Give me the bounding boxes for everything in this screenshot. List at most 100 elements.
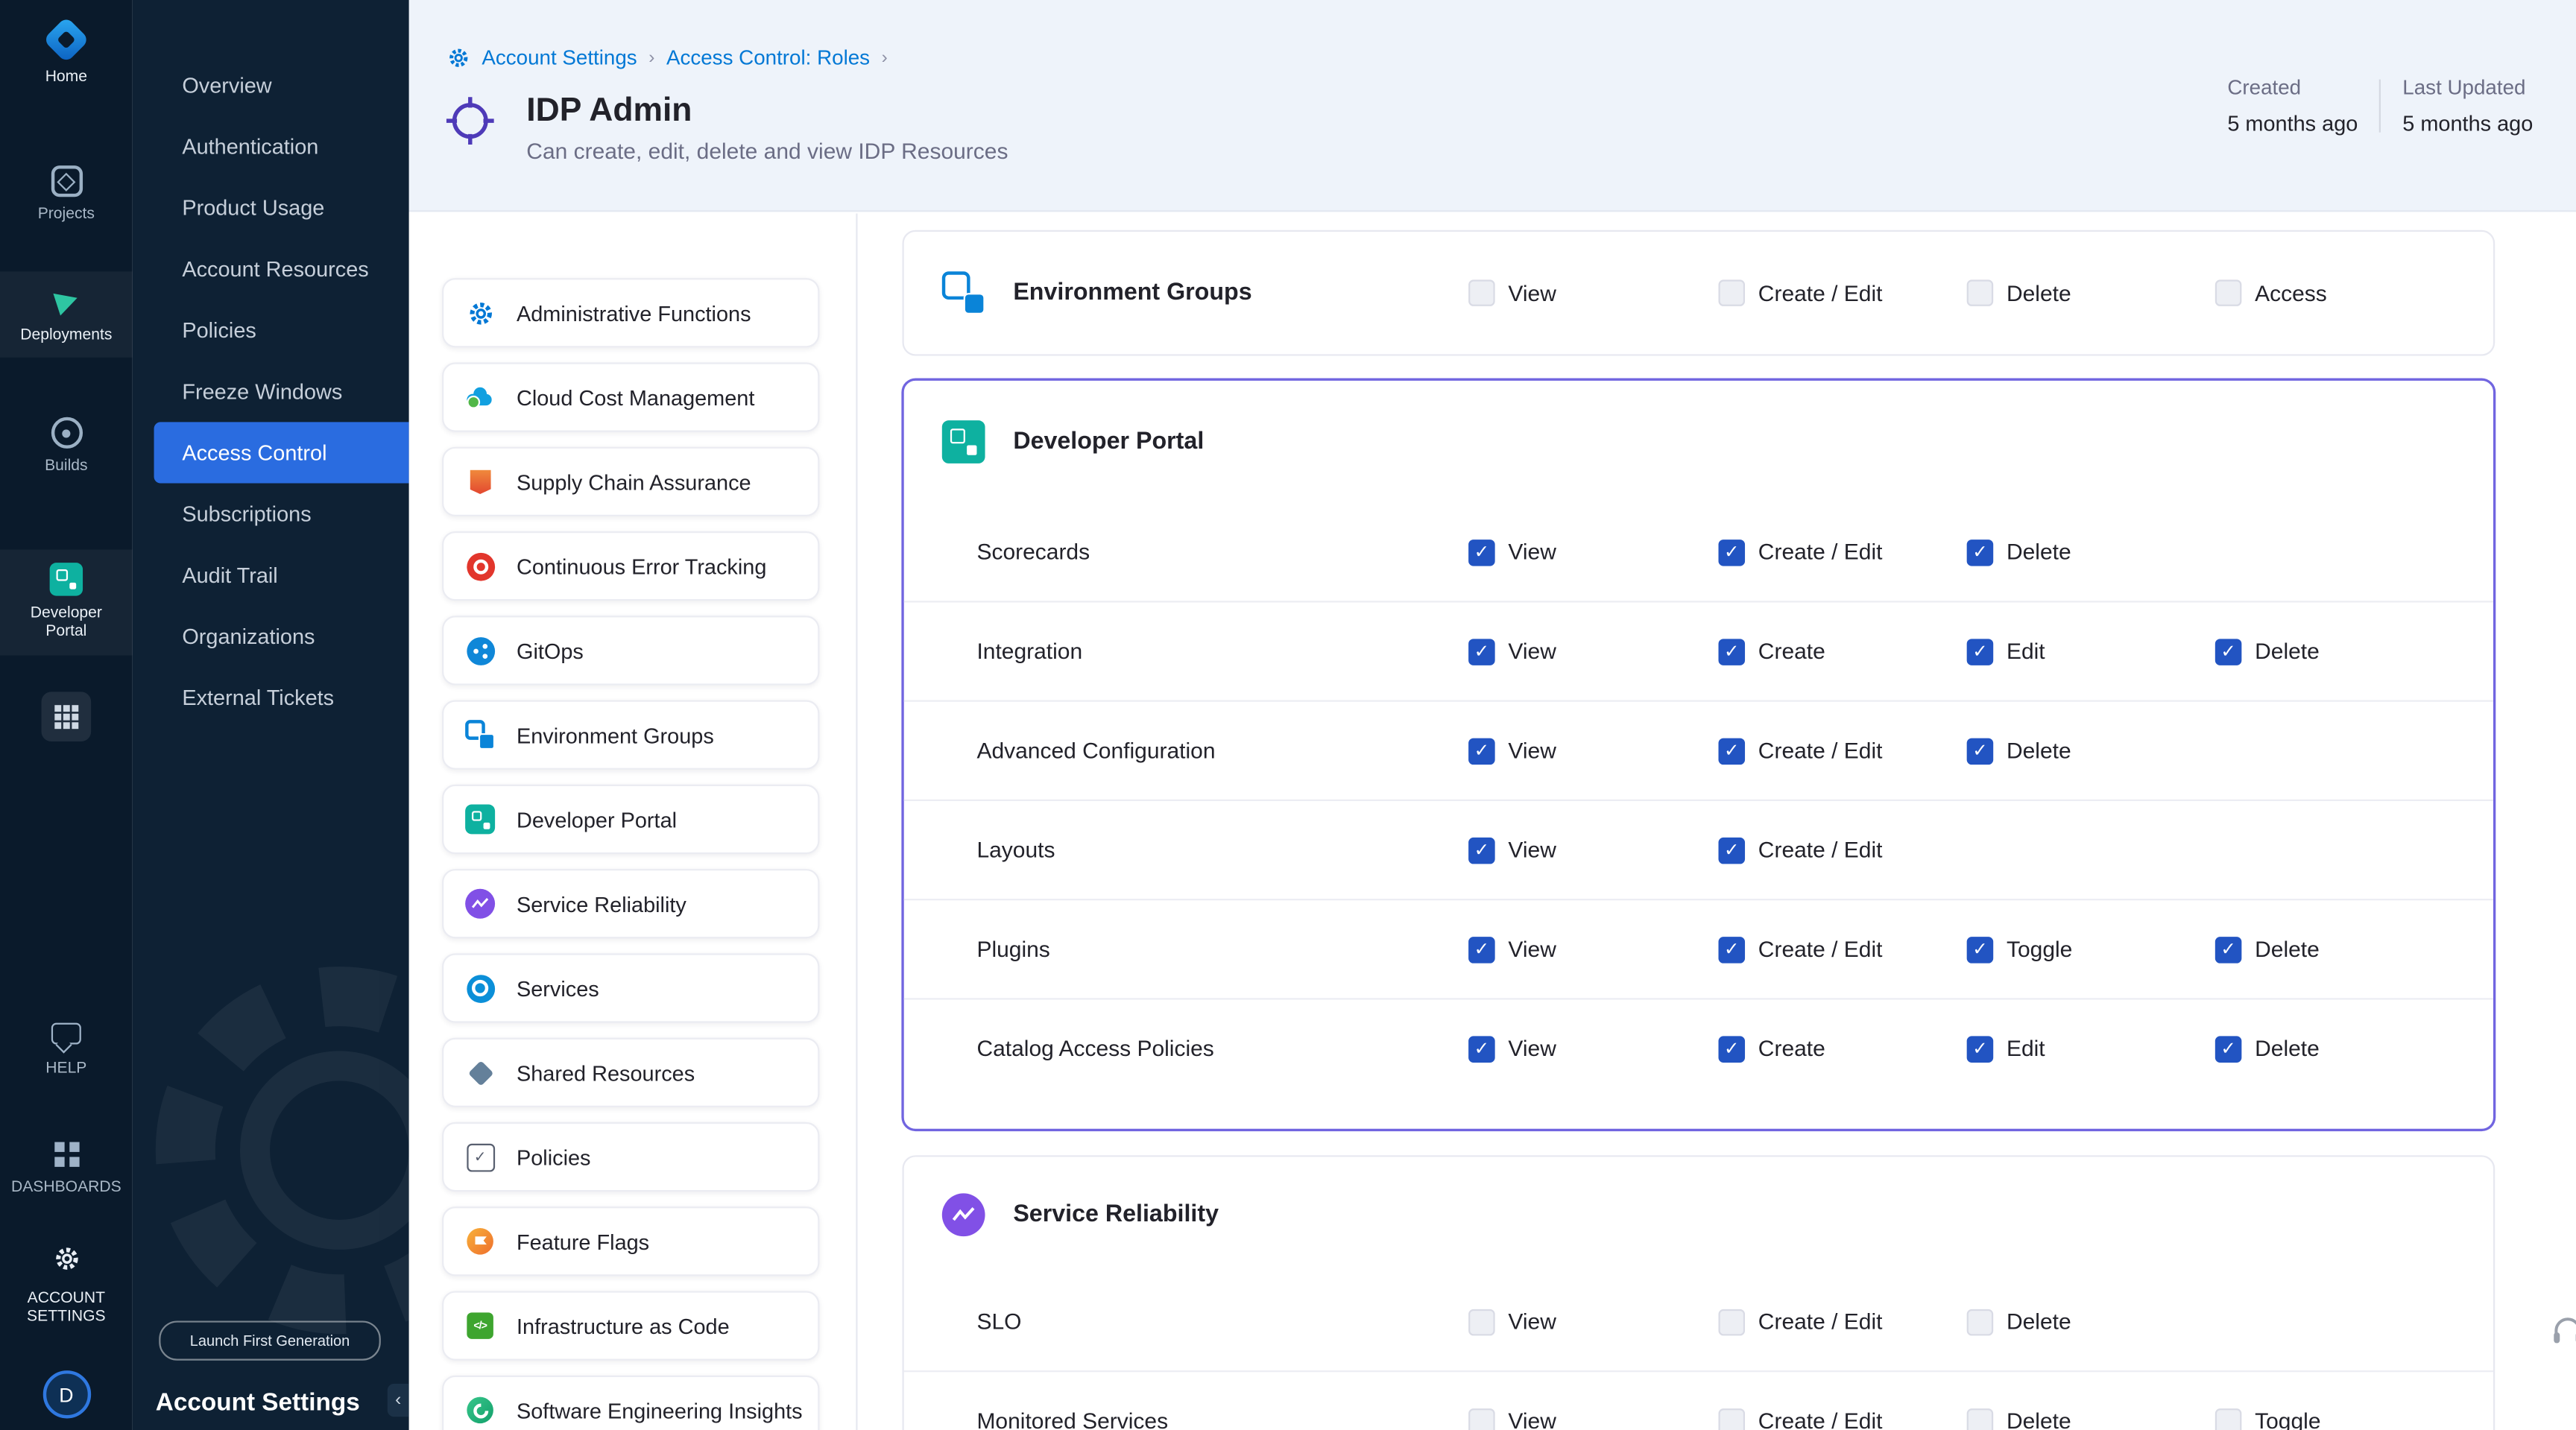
create-edit-checkbox[interactable]	[1719, 539, 1746, 566]
permission-row-plugins: Plugins View Create / Edit Toggle	[904, 899, 2493, 998]
sidebar-item-account-resources[interactable]: Account Resources	[133, 238, 409, 300]
builds-icon	[51, 417, 82, 449]
delete-checkbox[interactable]	[1967, 738, 1994, 765]
sidebar-item-authentication[interactable]: Authentication	[133, 116, 409, 177]
perm-create-edit: Create / Edit	[1719, 1309, 1883, 1335]
create-edit-checkbox[interactable]	[1719, 738, 1746, 765]
cloud-cost-icon	[465, 382, 495, 412]
feature-flag-icon	[465, 1227, 495, 1256]
module-picker[interactable]	[0, 692, 133, 741]
view-checkbox[interactable]	[1468, 1309, 1495, 1335]
rail-item-dashboards[interactable]: DASHBOARDS	[0, 1142, 133, 1198]
delete-checkbox[interactable]	[1967, 279, 1994, 306]
edit-checkbox[interactable]	[1967, 638, 1994, 665]
create-checkbox[interactable]	[1719, 638, 1746, 665]
sidebar-collapse-button[interactable]: ‹	[388, 1384, 409, 1417]
toggle-checkbox[interactable]	[1967, 936, 1994, 963]
delete-checkbox[interactable]	[1967, 1309, 1994, 1335]
sidebar-item-policies[interactable]: Policies	[133, 300, 409, 361]
resource-item-service-reliability[interactable]: Service Reliability	[442, 869, 819, 938]
rail-item-label: DASHBOARDS	[11, 1178, 121, 1197]
access-checkbox[interactable]	[2215, 279, 2242, 306]
resource-item-environment-groups[interactable]: Environment Groups	[442, 700, 819, 770]
perm-delete: Delete	[2215, 936, 2320, 963]
avatar[interactable]: D	[42, 1370, 90, 1418]
sidebar-footer-title: Account Settings	[156, 1389, 360, 1417]
create-edit-checkbox[interactable]	[1719, 1408, 1746, 1430]
rail-item-projects[interactable]: Projects	[0, 165, 133, 224]
resource-item-feature-flags[interactable]: Feature Flags	[442, 1206, 819, 1276]
resource-item-infrastructure-as-code[interactable]: Infrastructure as Code	[442, 1291, 819, 1360]
resource-item-continuous-error-tracking[interactable]: Continuous Error Tracking	[442, 531, 819, 601]
perm-access: Access	[2215, 279, 2327, 306]
view-checkbox[interactable]	[1468, 1035, 1495, 1062]
sidebar-item-audit-trail[interactable]: Audit Trail	[133, 545, 409, 606]
resource-item-shared-resources[interactable]: Shared Resources	[442, 1038, 819, 1107]
create-checkbox[interactable]	[1719, 1035, 1746, 1062]
perm-edit: Edit	[1967, 638, 2045, 665]
resource-item-supply-chain-assurance[interactable]: Supply Chain Assurance	[442, 447, 819, 516]
delete-checkbox[interactable]	[1967, 539, 1994, 566]
shared-resources-icon	[465, 1057, 495, 1087]
resource-item-developer-portal[interactable]: Developer Portal	[442, 785, 819, 854]
perm-view: View	[1468, 738, 1556, 765]
rail-item-home[interactable]: Home	[0, 20, 133, 87]
view-checkbox[interactable]	[1468, 837, 1495, 864]
delete-checkbox[interactable]	[2215, 936, 2242, 963]
permission-row-slo: SLO View Create / Edit Delete	[904, 1273, 2493, 1370]
rail-item-label: ACCOUNT SETTINGS	[8, 1289, 124, 1327]
resource-item-cloud-cost-management[interactable]: Cloud Cost Management	[442, 362, 819, 431]
settings-nav: Overview Authentication Product Usage Ac…	[133, 0, 409, 728]
section-title: Developer Portal	[1013, 428, 1204, 455]
launch-first-generation-button[interactable]: Launch First Generation	[159, 1320, 381, 1360]
section-title: Environment Groups	[1013, 279, 1251, 306]
resource-item-policies[interactable]: Policies	[442, 1122, 819, 1192]
sidebar-item-organizations[interactable]: Organizations	[133, 606, 409, 667]
rail-item-account-settings[interactable]: ACCOUNT SETTINGS	[0, 1244, 133, 1327]
rail-item-developer-portal[interactable]: Developer Portal	[0, 549, 133, 655]
last-updated-value: 5 months ago	[2402, 111, 2533, 136]
create-edit-checkbox[interactable]	[1719, 936, 1746, 963]
create-edit-checkbox[interactable]	[1719, 1309, 1746, 1335]
breadcrumb-account-settings[interactable]: Account Settings	[482, 46, 637, 69]
toggle-checkbox[interactable]	[2215, 1408, 2242, 1430]
view-checkbox[interactable]	[1468, 1408, 1495, 1430]
edit-checkbox[interactable]	[1967, 1035, 1994, 1062]
view-checkbox[interactable]	[1468, 936, 1495, 963]
view-checkbox[interactable]	[1468, 738, 1495, 765]
user-menu[interactable]: D	[0, 1370, 133, 1418]
perm-delete: Delete	[1967, 539, 2071, 566]
sidebar-item-external-tickets[interactable]: External Tickets	[133, 667, 409, 728]
create-edit-checkbox[interactable]	[1719, 837, 1746, 864]
rail-item-deployments[interactable]: Deployments	[0, 271, 133, 358]
view-checkbox[interactable]	[1468, 638, 1495, 665]
resource-item-administrative-functions[interactable]: Administrative Functions	[442, 278, 819, 347]
delete-checkbox[interactable]	[2215, 1035, 2242, 1062]
resource-item-services[interactable]: Services	[442, 953, 819, 1022]
role-meta: Created 5 months ago Last Updated 5 mont…	[2227, 76, 2533, 136]
sidebar-item-access-control[interactable]: Access Control	[154, 422, 409, 483]
sidebar-item-product-usage[interactable]: Product Usage	[133, 177, 409, 238]
view-checkbox[interactable]	[1468, 279, 1495, 306]
app-screen: Home Projects Deployments Builds Develop…	[0, 0, 2576, 1430]
create-edit-checkbox[interactable]	[1719, 279, 1746, 306]
perm-delete: Delete	[1967, 1408, 2071, 1430]
sidebar-item-overview[interactable]: Overview	[133, 54, 409, 116]
permission-row-integration: Integration View Create Edit	[904, 601, 2493, 700]
resource-item-software-engineering-insights[interactable]: Software Engineering Insights	[442, 1376, 819, 1430]
sidebar-item-subscriptions[interactable]: Subscriptions	[133, 484, 409, 545]
rail-item-help[interactable]: HELP	[0, 1023, 133, 1078]
rail-item-label: Home	[45, 68, 87, 86]
permission-row-catalog-access-policies: Catalog Access Policies View Create Edit	[904, 998, 2493, 1097]
support-headset-icon[interactable]	[2549, 1314, 2576, 1356]
view-checkbox[interactable]	[1468, 539, 1495, 566]
delete-checkbox[interactable]	[1967, 1408, 1994, 1430]
breadcrumb-access-control-roles[interactable]: Access Control: Roles	[666, 46, 870, 69]
resource-item-gitops[interactable]: GitOps	[442, 616, 819, 685]
section-developer-portal: Developer Portal Scorecards View Create …	[902, 379, 2495, 1130]
created-value: 5 months ago	[2227, 111, 2358, 136]
page-subtitle: Can create, edit, delete and view IDP Re…	[526, 139, 1008, 164]
delete-checkbox[interactable]	[2215, 638, 2242, 665]
rail-item-builds[interactable]: Builds	[0, 417, 133, 476]
sidebar-item-freeze-windows[interactable]: Freeze Windows	[133, 361, 409, 422]
